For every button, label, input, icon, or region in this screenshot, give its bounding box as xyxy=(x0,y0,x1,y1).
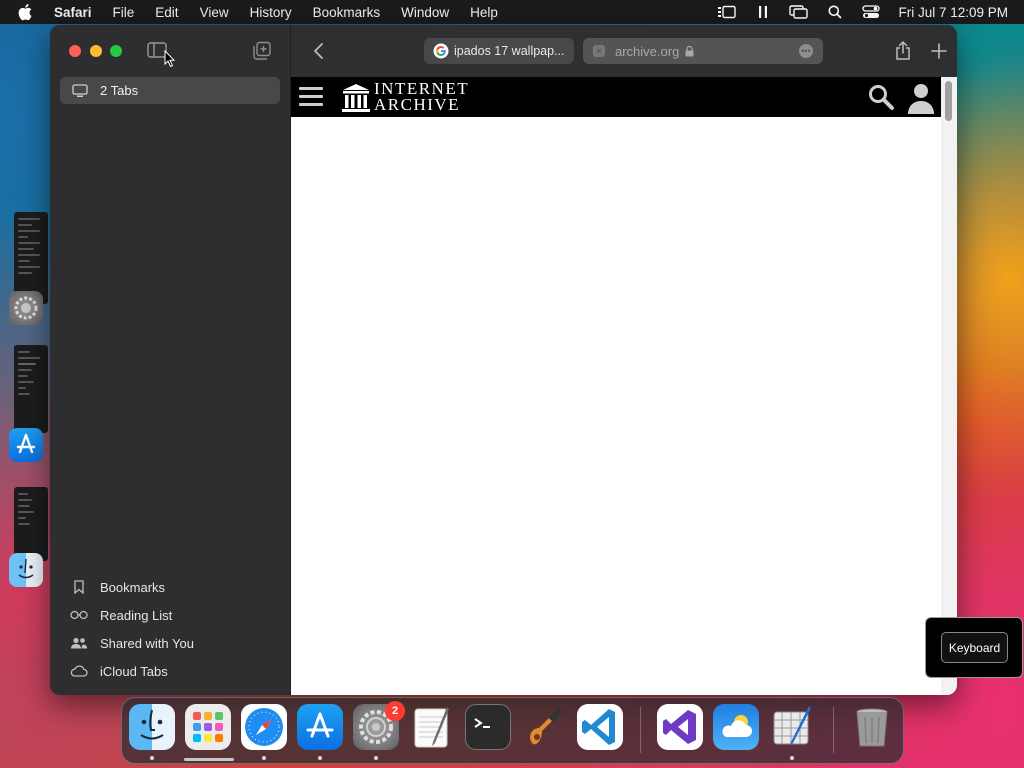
internet-archive-header: INTERNET ARCHIVE xyxy=(291,77,941,117)
tab-google-search-title: ipados 17 wallpap... xyxy=(454,44,565,58)
more-options-icon[interactable]: ••• xyxy=(799,44,813,58)
dock-separator xyxy=(640,707,641,753)
dock-launchpad-icon[interactable] xyxy=(185,704,231,750)
dock-trash-icon[interactable] xyxy=(849,704,895,750)
new-tab-plus-icon[interactable] xyxy=(928,40,950,62)
share-icon[interactable] xyxy=(892,40,914,62)
tab-archive-org-title: archive.org xyxy=(615,43,680,59)
dock-instruments-icon[interactable] xyxy=(769,704,815,750)
glasses-icon xyxy=(70,610,88,620)
dock-running-dot-app-store xyxy=(318,756,322,760)
back-chevron-icon[interactable] xyxy=(311,41,327,61)
monitor-icon xyxy=(72,83,88,98)
lock-icon xyxy=(685,45,694,57)
pause-icon[interactable] xyxy=(752,0,774,24)
dock: 2 xyxy=(121,697,904,764)
dock-terminal-icon[interactable] xyxy=(465,704,511,750)
bookmark-icon xyxy=(70,580,88,594)
dock-app-store-icon[interactable] xyxy=(297,704,343,750)
tab-group-item[interactable]: 2 Tabs xyxy=(60,77,280,104)
close-button[interactable] xyxy=(69,45,81,57)
spotlight-search-icon[interactable] xyxy=(824,0,846,24)
dock-active-indicator xyxy=(184,758,234,761)
dock-garageband-icon[interactable] xyxy=(521,704,567,750)
internet-archive-wordmark[interactable]: INTERNET ARCHIVE xyxy=(374,80,469,114)
cloud-icon xyxy=(70,665,88,677)
google-icon xyxy=(433,43,449,59)
sidebar-icloud-tabs-label: iCloud Tabs xyxy=(100,663,168,679)
menubar-clock[interactable]: Fri Jul 7 12:09 PM xyxy=(898,5,1008,20)
tab-archive-org[interactable]: ✕ archive.org ••• xyxy=(583,38,823,64)
web-page-content[interactable]: INTERNET ARCHIVE xyxy=(291,77,941,695)
sidebar: 2 Tabs Bookmarks Reading List Shared wit… xyxy=(50,25,291,695)
screen-mirroring-icon[interactable] xyxy=(788,0,810,24)
menu-edit[interactable]: Edit xyxy=(155,5,178,20)
sidebar-bookmarks-label: Bookmarks xyxy=(100,579,166,595)
mouse-cursor-icon xyxy=(164,50,176,68)
dock-textedit-icon[interactable] xyxy=(409,704,455,750)
keyboard-hud-panel: Keyboard xyxy=(925,617,1023,678)
menu-app-safari[interactable]: Safari xyxy=(54,5,92,20)
stage-thumbnail-3[interactable] xyxy=(14,487,48,561)
sidebar-shared-with-you-label: Shared with You xyxy=(100,635,194,651)
menu-bookmarks[interactable]: Bookmarks xyxy=(313,5,381,20)
notification-badge: 2 xyxy=(385,701,405,721)
menu-view[interactable]: View xyxy=(200,5,229,20)
dock-running-dot-safari xyxy=(262,756,266,760)
menu-bar: Safari File Edit View History Bookmarks … xyxy=(0,0,1024,24)
zoom-button[interactable] xyxy=(110,45,122,57)
search-icon[interactable] xyxy=(867,83,895,111)
new-tab-group-icon[interactable] xyxy=(252,41,272,61)
minimize-button[interactable] xyxy=(90,45,102,57)
safari-window: 2 Tabs Bookmarks Reading List Shared wit… xyxy=(50,25,957,695)
close-tab-icon[interactable]: ✕ xyxy=(593,45,605,57)
control-center-icon[interactable] xyxy=(860,0,882,24)
dock-finder-icon[interactable] xyxy=(129,704,175,750)
tab-group-label: 2 Tabs xyxy=(100,83,139,98)
sidebar-reading-list-label: Reading List xyxy=(100,607,173,623)
user-account-icon[interactable] xyxy=(906,81,936,115)
people-icon xyxy=(70,637,88,649)
tab-google-search[interactable]: ipados 17 wallpap... xyxy=(424,38,574,64)
dock-separator-trash xyxy=(833,707,834,753)
sidebar-icloud-tabs[interactable]: iCloud Tabs xyxy=(70,660,168,682)
dock-visual-studio-icon[interactable] xyxy=(657,704,703,750)
keyboard-button[interactable]: Keyboard xyxy=(941,632,1008,663)
hamburger-menu-icon[interactable] xyxy=(299,87,323,107)
menu-help[interactable]: Help xyxy=(470,5,498,20)
menu-history[interactable]: History xyxy=(250,5,292,20)
wordmark-line-2: ARCHIVE xyxy=(374,95,461,114)
dock-weather-icon[interactable] xyxy=(713,704,759,750)
sidebar-bookmarks[interactable]: Bookmarks xyxy=(70,576,165,598)
sidebar-reading-list[interactable]: Reading List xyxy=(70,604,172,626)
scrollbar-track[interactable] xyxy=(941,77,957,695)
dock-running-dot-finder xyxy=(150,756,154,760)
dock-running-dot-instruments xyxy=(790,756,794,760)
menu-file[interactable]: File xyxy=(113,5,135,20)
dock-safari-icon[interactable] xyxy=(241,704,287,750)
dock-running-dot-system-settings xyxy=(374,756,378,760)
stage-thumbnail-2[interactable] xyxy=(14,345,48,433)
apple-menu-icon[interactable] xyxy=(18,0,36,24)
scrollbar-thumb[interactable] xyxy=(945,81,952,121)
app-store-stage-icon[interactable] xyxy=(9,428,43,462)
finder-stage-icon[interactable] xyxy=(9,553,43,587)
internet-archive-logo-icon[interactable] xyxy=(341,81,371,113)
menu-window[interactable]: Window xyxy=(401,5,449,20)
sidebar-shared-with-you[interactable]: Shared with You xyxy=(70,632,194,654)
dock-vscode-icon[interactable] xyxy=(577,704,623,750)
toolbar: ipados 17 wallpap... ✕ archive.org ••• xyxy=(291,25,957,77)
system-settings-stage-icon[interactable] xyxy=(9,291,43,325)
stage-manager-icon[interactable] xyxy=(716,0,738,24)
